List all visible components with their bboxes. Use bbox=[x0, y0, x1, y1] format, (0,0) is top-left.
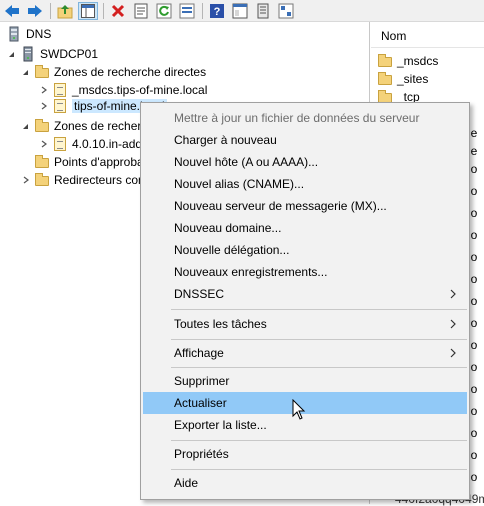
tree-node-server[interactable]: SWDCP01 bbox=[6, 44, 98, 64]
menu-item-label: Mettre à jour un fichier de données du s… bbox=[174, 111, 420, 125]
menu-item-new-domain[interactable]: Nouveau domaine... bbox=[143, 217, 467, 239]
list-item[interactable]: _msdcs bbox=[377, 52, 438, 70]
console-icon[interactable] bbox=[230, 2, 250, 20]
menu-item-label: DNSSEC bbox=[174, 287, 225, 301]
menu-item-label: Aide bbox=[174, 476, 199, 490]
menu-item-label: Toutes les tâches bbox=[174, 317, 267, 331]
list-item[interactable]: _sites bbox=[377, 70, 428, 88]
menu-item-label: Exporter la liste... bbox=[174, 418, 267, 432]
menu-item-label: Nouveau serveur de messagerie (MX)... bbox=[174, 199, 387, 213]
menu-item-view[interactable]: Affichage bbox=[143, 342, 467, 364]
zone-icon[interactable] bbox=[276, 2, 296, 20]
menu-item-label: Nouvel alias (CNAME)... bbox=[174, 177, 305, 191]
up-folder-icon[interactable] bbox=[55, 2, 75, 20]
menu-item-label: Actualiser bbox=[174, 396, 227, 410]
menu-item-properties[interactable]: Propriétés bbox=[143, 443, 467, 465]
toolbar: ? bbox=[0, 0, 484, 22]
zone-file-icon bbox=[52, 98, 68, 114]
toolbar-separator bbox=[202, 2, 203, 19]
menu-item-label: Nouveaux enregistrements... bbox=[174, 265, 328, 279]
menu-separator bbox=[171, 339, 467, 340]
mouse-pointer-icon bbox=[292, 398, 306, 421]
submenu-arrow-icon bbox=[449, 283, 457, 305]
menu-item-label: Supprimer bbox=[174, 374, 230, 388]
toolbar-separator bbox=[50, 2, 51, 19]
folder-icon bbox=[377, 53, 393, 69]
zone-file-icon bbox=[52, 136, 68, 152]
list-item-label: _sites bbox=[397, 72, 429, 86]
tree-label-server: SWDCP01 bbox=[40, 47, 99, 61]
folder-icon bbox=[34, 118, 50, 134]
menu-item-label: Nouveau domaine... bbox=[174, 221, 282, 235]
tree-label-forward-zones: Zones de recherche directes bbox=[54, 65, 207, 79]
chevron-right-icon[interactable] bbox=[38, 100, 50, 112]
chevron-right-icon[interactable] bbox=[20, 174, 32, 186]
chevron-down-icon[interactable] bbox=[20, 66, 32, 78]
menu-item-label: Propriétés bbox=[174, 447, 229, 461]
folder-icon bbox=[34, 64, 50, 80]
chevron-right-icon[interactable] bbox=[38, 84, 50, 96]
delete-icon[interactable] bbox=[108, 2, 128, 20]
menu-item-update-file[interactable]: Mettre à jour un fichier de données du s… bbox=[143, 107, 467, 129]
menu-item-help[interactable]: Aide bbox=[143, 472, 467, 494]
server-icon bbox=[20, 46, 36, 62]
context-menu: Mettre à jour un fichier de données du s… bbox=[140, 102, 470, 500]
folder-icon bbox=[34, 172, 50, 188]
tree-label-msdcs-zone: _msdcs.tips-of-mine.local bbox=[72, 83, 208, 97]
submenu-arrow-icon bbox=[449, 342, 457, 364]
tree-node-dns[interactable]: DNS bbox=[4, 24, 51, 44]
folder-icon bbox=[377, 71, 393, 87]
back-icon[interactable] bbox=[2, 2, 22, 20]
forward-icon[interactable] bbox=[25, 2, 45, 20]
menu-item-dnssec[interactable]: DNSSEC bbox=[143, 283, 467, 305]
refresh-icon[interactable] bbox=[154, 2, 174, 20]
menu-item-new-delegation[interactable]: Nouvelle délégation... bbox=[143, 239, 467, 261]
menu-item-label: Nouvelle délégation... bbox=[174, 243, 290, 257]
menu-item-new-host[interactable]: Nouvel hôte (A ou AAAA)... bbox=[143, 151, 467, 173]
menu-item-label: Affichage bbox=[174, 346, 224, 360]
menu-item-label: Nouvel hôte (A ou AAAA)... bbox=[174, 155, 319, 169]
menu-separator bbox=[171, 440, 467, 441]
menu-item-new-alias[interactable]: Nouvel alias (CNAME)... bbox=[143, 173, 467, 195]
folder-icon bbox=[34, 154, 50, 170]
chevron-right-icon[interactable] bbox=[38, 138, 50, 150]
dns-icon bbox=[6, 26, 22, 42]
menu-item-reload[interactable]: Charger à nouveau bbox=[143, 129, 467, 151]
menu-separator bbox=[171, 309, 467, 310]
server-list-icon[interactable] bbox=[253, 2, 273, 20]
tree-node-forward-zones[interactable]: Zones de recherche directes bbox=[20, 62, 206, 82]
export-list-icon[interactable] bbox=[177, 2, 197, 20]
menu-separator bbox=[171, 367, 467, 368]
help-icon[interactable]: ? bbox=[207, 2, 227, 20]
menu-item-all-tasks[interactable]: Toutes les tâches bbox=[143, 313, 467, 335]
list-item-label: _msdcs bbox=[397, 54, 439, 68]
column-header-name[interactable]: Nom bbox=[371, 24, 484, 48]
chevron-down-icon[interactable] bbox=[6, 48, 18, 60]
menu-separator bbox=[171, 469, 467, 470]
properties-icon[interactable] bbox=[131, 2, 151, 20]
menu-item-new-records[interactable]: Nouveaux enregistrements... bbox=[143, 261, 467, 283]
menu-item-new-mail-server[interactable]: Nouveau serveur de messagerie (MX)... bbox=[143, 195, 467, 217]
svg-text:?: ? bbox=[214, 6, 221, 18]
toolbar-separator bbox=[103, 2, 104, 19]
chevron-down-icon[interactable] bbox=[20, 120, 32, 132]
submenu-arrow-icon bbox=[449, 313, 457, 335]
menu-item-label: Charger à nouveau bbox=[174, 133, 277, 147]
menu-item-delete[interactable]: Supprimer bbox=[143, 370, 467, 392]
show-hide-tree-icon[interactable] bbox=[78, 1, 98, 20]
tree-label-dns: DNS bbox=[26, 27, 52, 41]
